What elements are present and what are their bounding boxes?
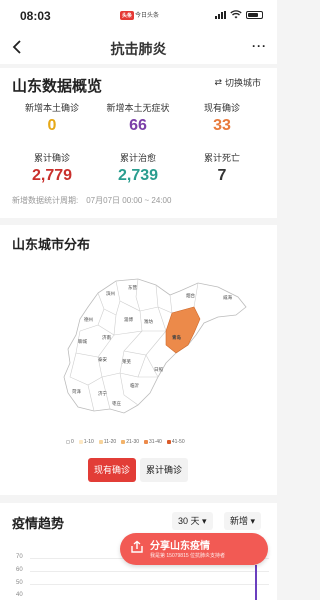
city-label: 菏泽 — [72, 388, 81, 395]
distribution-title: 山东城市分布 — [12, 237, 91, 252]
stat-current-confirmed: 现有确诊 33 — [176, 101, 268, 135]
stats-period: 新增数据统计周期: 07月07日 00:00 ~ 24:00 — [12, 195, 171, 206]
city-label: 聊城 — [78, 338, 87, 345]
tab-current-confirmed[interactable]: 现有确诊 — [88, 458, 136, 482]
stat-value: 66 — [129, 117, 147, 134]
legend-item: 31-40 — [144, 439, 162, 445]
metric-value: 新增 — [230, 516, 249, 526]
range-dropdown[interactable]: 30 天 ▾ — [172, 512, 213, 530]
city-label-qingdao: 青岛 — [172, 334, 181, 341]
page-title: 抗击肺炎 — [110, 41, 167, 57]
tab-cumulative-confirmed[interactable]: 累计确诊 — [140, 458, 188, 482]
swap-icon: ⇄ — [214, 77, 222, 87]
city-label: 威海 — [223, 294, 232, 301]
switch-city-label: 切换城市 — [224, 78, 261, 88]
period-label: 新增数据统计周期: — [12, 196, 79, 205]
stat-total-cured: 累计治愈 2,739 — [92, 151, 184, 185]
share-button[interactable]: 分享山东疫情 我是第 15079815 位抗肺炎支持者 — [120, 533, 268, 565]
status-icons — [215, 10, 263, 19]
city-label: 德州 — [84, 316, 93, 323]
grid-line — [30, 571, 269, 572]
stat-label: 累计治愈 — [119, 153, 156, 163]
switch-city-button[interactable]: ⇄ 切换城市 — [214, 76, 261, 89]
trend-series-line — [255, 565, 257, 600]
stat-label: 现有确诊 — [203, 103, 240, 113]
grid-line — [30, 584, 269, 585]
status-bar: 08:03 头条 今日头条 — [0, 0, 277, 30]
more-button[interactable]: ··· — [252, 39, 267, 53]
stat-label: 累计死亡 — [203, 153, 240, 163]
stat-new-local-confirmed: 新增本土确诊 0 — [6, 101, 98, 135]
distribution-card: 山东城市分布 滨州 东营 烟台 威海 德州 淄博 潍坊 聊城 济南 青岛 泰安 … — [0, 225, 277, 495]
caret-down-icon: ▾ — [250, 516, 256, 526]
province-map: 滨州 东营 烟台 威海 德州 淄博 潍坊 聊城 济南 青岛 泰安 莱芜 日照 菏… — [63, 278, 247, 414]
battery-icon — [246, 10, 263, 19]
overview-title: 山东数据概览 — [12, 78, 103, 95]
stat-value: 0 — [47, 117, 57, 134]
map-legend: 0 1-10 11-20 21-30 31-40 41-50 — [66, 439, 185, 445]
stat-new-asymptomatic: 新增本土无症状 66 — [92, 101, 184, 135]
app-label: 今日头条 — [135, 13, 160, 19]
city-label: 济南 — [102, 334, 111, 341]
stat-value: 2,739 — [117, 167, 159, 184]
stat-value: 2,779 — [31, 167, 73, 184]
share-title: 分享山东疫情 — [150, 541, 210, 552]
city-label: 泰安 — [98, 356, 107, 363]
metric-dropdown[interactable]: 新增 ▾ — [224, 512, 262, 530]
stat-total-confirmed: 累计确诊 2,779 — [6, 151, 98, 185]
signal-icon — [215, 10, 226, 19]
trend-title: 疫情趋势 — [12, 516, 65, 531]
period-value: 07月07日 00:00 ~ 24:00 — [86, 196, 172, 205]
stat-label: 新增本土确诊 — [24, 103, 79, 113]
legend-item: 11-20 — [98, 439, 116, 445]
share-subtitle: 我是第 15079815 位抗肺炎支持者 — [150, 553, 226, 559]
range-value: 30 天 — [178, 516, 200, 526]
y-tick: 70 — [16, 554, 23, 560]
legend-item: 0 — [66, 439, 74, 445]
stat-value: 7 — [217, 167, 227, 184]
stat-value: 33 — [213, 117, 231, 134]
city-label: 滨州 — [106, 290, 115, 297]
legend-item: 21-30 — [121, 439, 139, 445]
app-badge: 头条 — [120, 11, 135, 20]
city-label: 济宁 — [98, 390, 107, 397]
city-label: 枣庄 — [112, 400, 121, 407]
y-tick: 50 — [16, 580, 23, 586]
y-tick: 60 — [16, 567, 23, 573]
stat-label: 累计确诊 — [33, 153, 70, 163]
status-time: 08:03 — [20, 9, 51, 23]
overview-card: 山东数据概览 ⇄ 切换城市 新增本土确诊 0 新增本土无症状 66 现有确诊 3… — [0, 68, 277, 218]
legend-item: 1-10 — [78, 439, 94, 445]
stat-label: 新增本土无症状 — [106, 103, 170, 113]
city-label: 临沂 — [130, 382, 139, 389]
wifi-icon — [230, 10, 242, 19]
caret-down-icon: ▾ — [202, 516, 207, 526]
y-tick: 40 — [16, 592, 23, 598]
city-label: 淄博 — [124, 316, 133, 323]
stat-total-deaths: 累计死亡 7 — [176, 151, 268, 185]
city-label: 潍坊 — [144, 318, 153, 325]
nav-bar: 抗击肺炎 ··· — [0, 30, 277, 64]
city-label: 莱芜 — [122, 358, 131, 365]
legend-item: 41-50 — [166, 439, 185, 445]
share-icon — [131, 540, 143, 553]
city-label: 烟台 — [186, 292, 195, 299]
city-label: 东营 — [128, 284, 137, 291]
province-outline — [63, 278, 247, 414]
